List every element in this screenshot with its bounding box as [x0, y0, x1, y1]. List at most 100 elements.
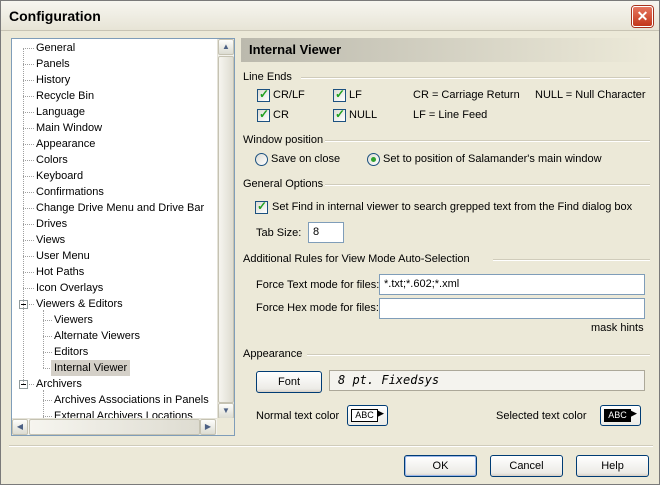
arrow-up-icon: ▲: [222, 42, 230, 51]
null-checkbox[interactable]: [333, 107, 346, 122]
tree-connector: [43, 400, 52, 401]
tree-item[interactable]: History: [36, 72, 70, 88]
arrow-down-icon: ▼: [222, 406, 230, 415]
tree-item[interactable]: User Menu: [36, 248, 90, 264]
scroll-left-button[interactable]: ◀: [12, 419, 28, 435]
lf-checkbox[interactable]: [333, 87, 346, 102]
title-bar[interactable]: Configuration ✕: [1, 1, 659, 31]
tree-item[interactable]: Colors: [36, 152, 68, 168]
tree-connector: [23, 96, 34, 97]
tree-connector: [23, 208, 34, 209]
normal-color-swatch: ABC: [351, 409, 378, 422]
tree-item[interactable]: Viewers: [54, 312, 93, 328]
tree-connector: [23, 64, 34, 65]
general-options-label: General Options: [243, 178, 324, 190]
tree-item[interactable]: Views: [36, 232, 65, 248]
tree-item[interactable]: Recycle Bin: [36, 88, 94, 104]
tree-connector: [23, 240, 34, 241]
hex-mode-input[interactable]: [379, 298, 645, 319]
lf-legend: LF = Line Feed: [413, 109, 488, 121]
tree-item[interactable]: Language: [36, 104, 85, 120]
ok-button[interactable]: OK: [404, 455, 477, 477]
settings-panel: Internal Viewer Line Ends CR/LF LF CR = …: [241, 38, 650, 436]
line-ends-label: Line Ends: [243, 71, 292, 83]
divider: [493, 259, 650, 261]
find-option-label[interactable]: Set Find in internal viewer to search gr…: [272, 201, 632, 213]
tree-item[interactable]: Appearance: [36, 136, 95, 152]
tree-item[interactable]: Internal Viewer: [51, 360, 131, 376]
tree-item[interactable]: General: [36, 40, 75, 56]
tree-item[interactable]: Change Drive Menu and Drive Bar: [36, 200, 204, 216]
selected-text-color-button[interactable]: ABC ▶: [600, 405, 641, 426]
crlf-label[interactable]: CR/LF: [273, 89, 305, 101]
tree-item[interactable]: Panels: [36, 56, 70, 72]
selected-text-color-label: Selected text color: [496, 410, 587, 422]
tree-connector: [23, 192, 34, 193]
cr-label[interactable]: CR: [273, 109, 289, 121]
hex-mode-label: Force Hex mode for files:: [256, 302, 379, 314]
appearance-label: Appearance: [243, 348, 303, 360]
close-icon: ✕: [636, 8, 649, 24]
text-mode-input[interactable]: *.txt;*.602;*.xml: [379, 274, 645, 295]
normal-text-color-button[interactable]: ABC ▶: [347, 405, 388, 426]
dropdown-arrow-icon: ▶: [377, 408, 384, 418]
tree-connector: [23, 144, 34, 145]
divider: [307, 354, 650, 356]
tree-connector: [43, 416, 52, 417]
arrow-left-icon: ◀: [16, 422, 24, 431]
close-button[interactable]: ✕: [632, 6, 653, 27]
font-button[interactable]: Font: [256, 371, 322, 393]
tree-item[interactable]: Keyboard: [36, 168, 83, 184]
tree-connector: [23, 80, 34, 81]
save-on-close-label[interactable]: Save on close: [271, 153, 340, 165]
lf-label[interactable]: LF: [349, 89, 362, 101]
tree-item[interactable]: Drives: [36, 216, 67, 232]
tree-connector: [23, 256, 34, 257]
find-option-checkbox[interactable]: [255, 199, 268, 214]
tree-item[interactable]: Editors: [54, 344, 88, 360]
tree-horizontal-scrollbar[interactable]: ◀ ▶: [12, 418, 217, 435]
tree-connector: [23, 48, 34, 49]
tree-connector: [23, 112, 34, 113]
tree-connector: [43, 320, 52, 321]
font-preview: 8 pt. Fixedsys: [329, 370, 645, 391]
tree-item[interactable]: Alternate Viewers: [54, 328, 140, 344]
scroll-right-button[interactable]: ▶: [200, 419, 216, 435]
set-to-main-window-label[interactable]: Set to position of Salamander's main win…: [383, 153, 602, 165]
tree-item[interactable]: Confirmations: [36, 184, 104, 200]
tree-connector: [23, 272, 34, 273]
vertical-scroll-thumb[interactable]: [218, 56, 234, 403]
tree-connector: [43, 352, 52, 353]
tree-trunk: [23, 48, 24, 384]
scroll-up-button[interactable]: ▲: [218, 39, 234, 55]
tree-connector: [43, 336, 52, 337]
horizontal-scroll-thumb[interactable]: [29, 419, 200, 435]
scroll-down-button[interactable]: ▼: [218, 403, 234, 419]
tree-item[interactable]: Icon Overlays: [36, 280, 103, 296]
null-label[interactable]: NULL: [349, 109, 377, 121]
arrow-right-icon: ▶: [204, 422, 212, 431]
page-title: Internal Viewer: [241, 38, 650, 62]
tree-item[interactable]: Main Window: [36, 120, 102, 136]
cr-checkbox[interactable]: [257, 107, 270, 122]
null-legend: NULL = Null Character: [535, 89, 646, 101]
divider: [325, 184, 650, 186]
set-to-main-window-radio[interactable]: [367, 153, 380, 166]
mask-hints-link[interactable]: mask hints: [591, 322, 644, 334]
tree-connector: [23, 224, 34, 225]
divider: [325, 140, 650, 142]
tree-item[interactable]: Archives Associations in Panels: [54, 392, 209, 408]
tree-item[interactable]: Viewers & Editors: [36, 296, 123, 312]
tree-vertical-scrollbar[interactable]: ▲ ▼: [217, 39, 234, 420]
cancel-button[interactable]: Cancel: [490, 455, 563, 477]
scrollbar-corner: [217, 418, 234, 435]
window-title: Configuration: [9, 8, 101, 24]
tree-branch: [43, 310, 44, 368]
help-button[interactable]: Help: [576, 455, 649, 477]
save-on-close-radio[interactable]: [255, 153, 268, 166]
tree-branch: [43, 390, 44, 420]
tree-connector: [23, 128, 34, 129]
tab-size-input[interactable]: 8: [308, 222, 344, 243]
tree-item[interactable]: Hot Paths: [36, 264, 84, 280]
crlf-checkbox[interactable]: [257, 87, 270, 102]
